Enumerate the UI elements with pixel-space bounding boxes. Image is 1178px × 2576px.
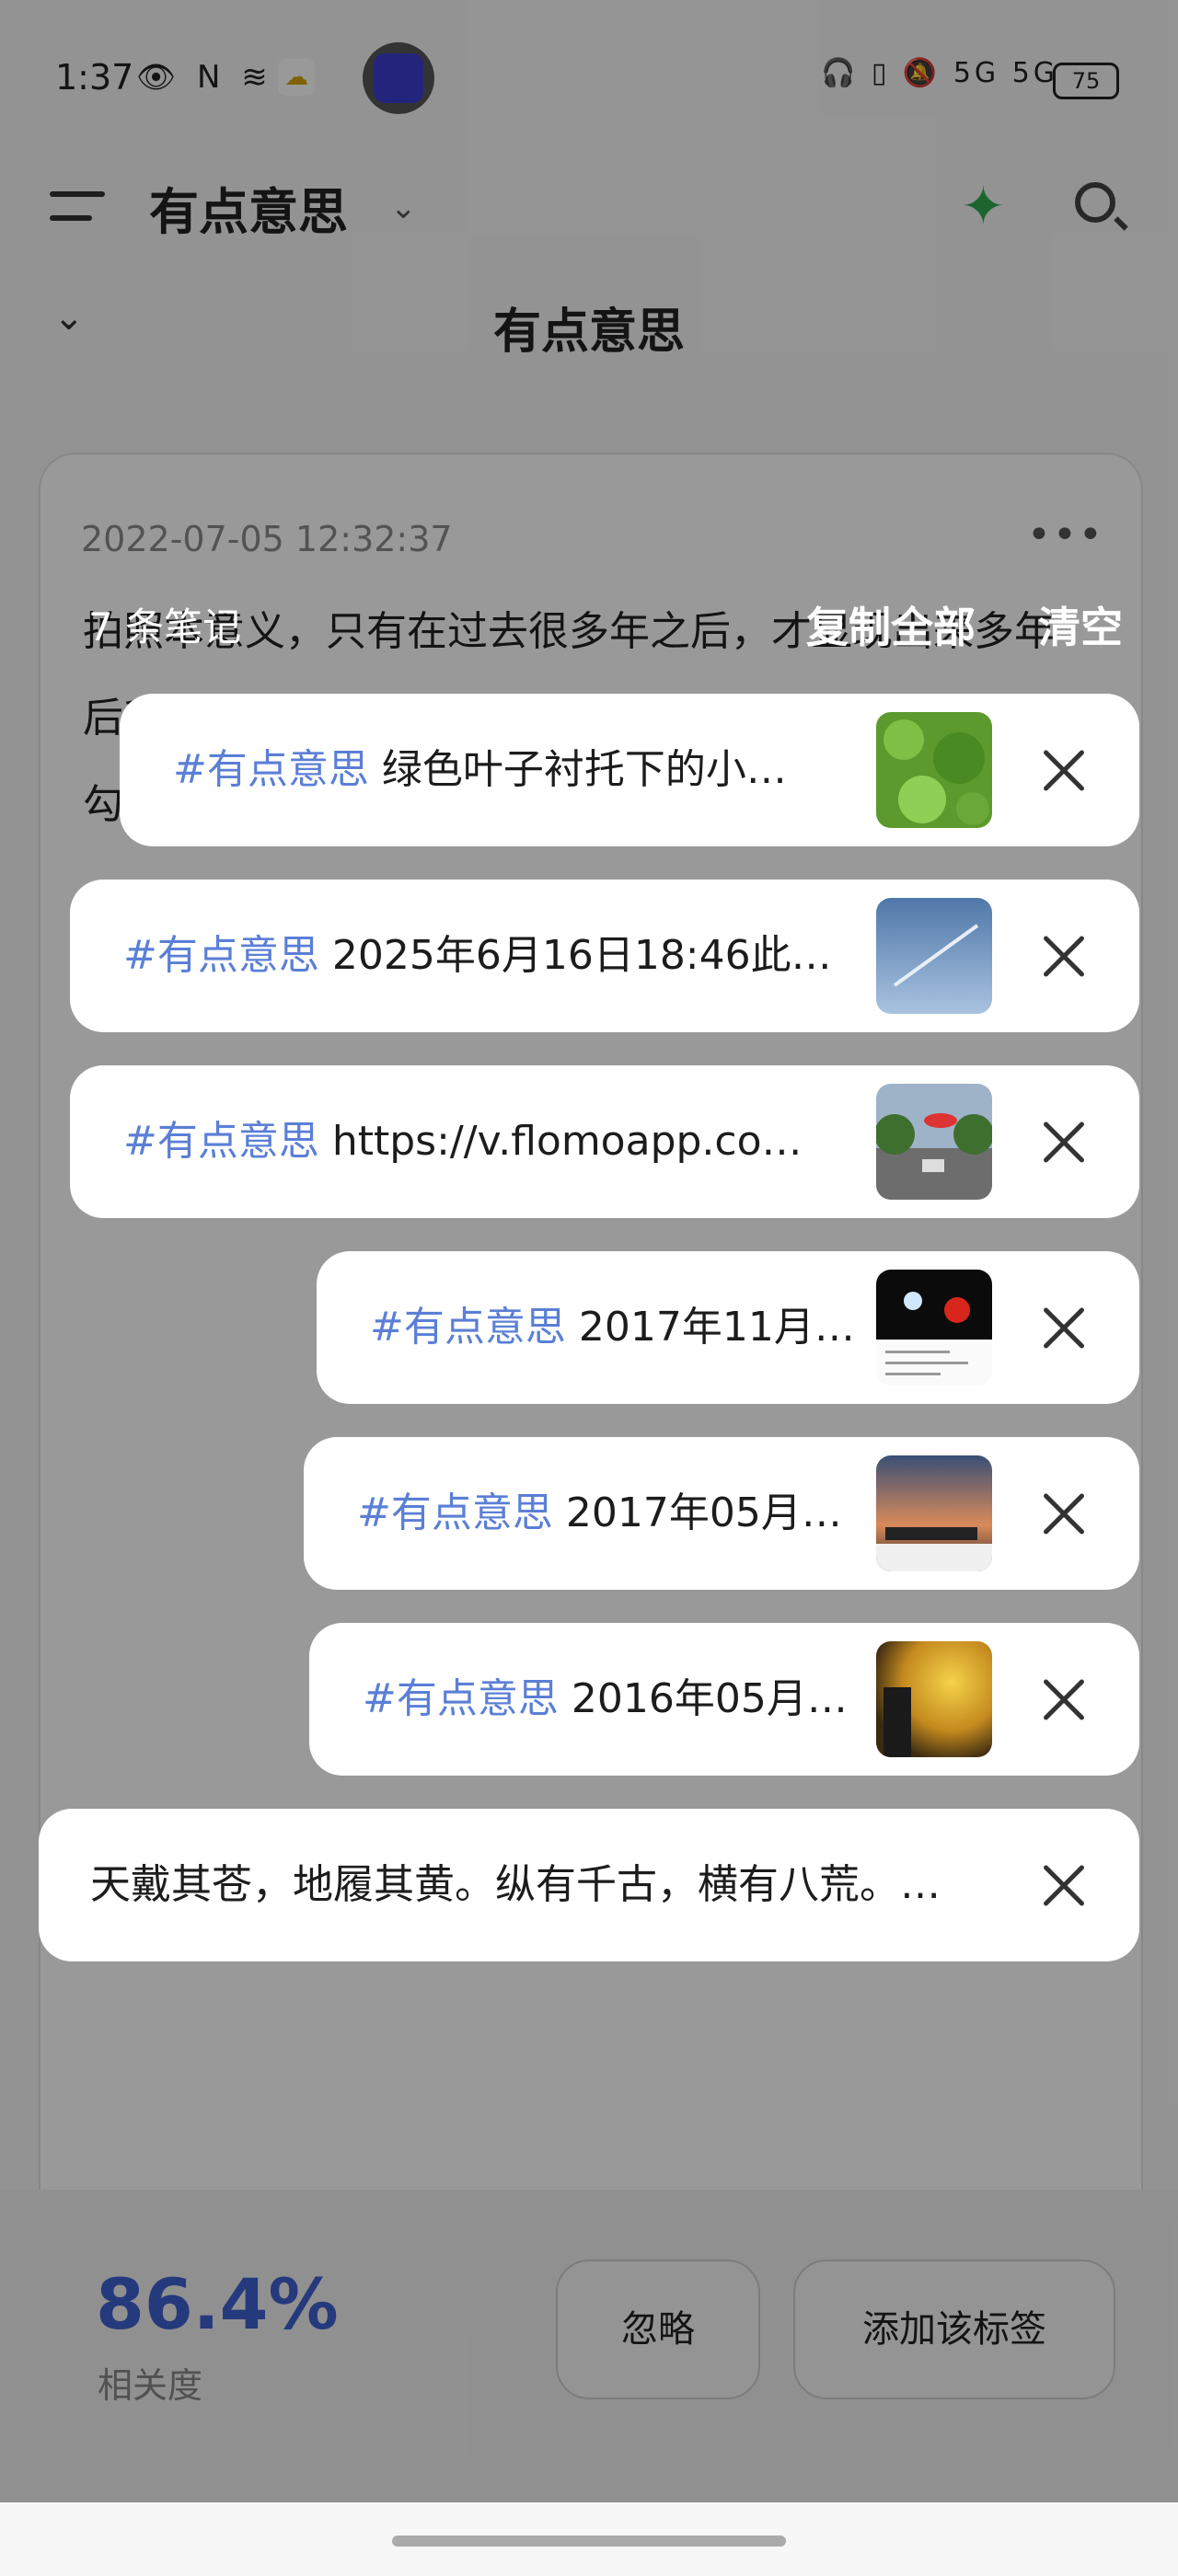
thumbnail-leaves — [876, 712, 992, 828]
clipboard-item-text: #有点意思 https://v.flomoapp.co… — [123, 1065, 860, 1218]
clipboard-item-snippet: 绿色叶子衬托下的小… — [368, 746, 787, 793]
clipboard-item-text: #有点意思 2017年05月… — [357, 1437, 854, 1590]
thumbnail-night — [876, 1270, 992, 1386]
close-icon[interactable] — [1040, 747, 1088, 795]
copy-all-button[interactable]: 复制全部 — [806, 594, 976, 655]
clipboard-item-text: #有点意思 绿色叶子衬托下的小… — [173, 694, 964, 846]
thumbnail-street — [876, 1084, 992, 1200]
home-indicator[interactable] — [392, 2536, 786, 2547]
close-icon[interactable] — [1040, 1305, 1088, 1352]
clipboard-item[interactable]: #有点意思 https://v.flomoapp.co… — [70, 1065, 1139, 1218]
clipboard-item-snippet: 2017年11月… — [565, 1304, 855, 1351]
clipboard-item-tag: #有点意思 — [173, 746, 369, 793]
clipboard-item[interactable]: #有点意思 2017年05月… — [304, 1437, 1139, 1590]
clear-button[interactable]: 清空 — [1038, 594, 1123, 655]
clipboard-item[interactable]: #有点意思 2025年6月16日18:46此… — [70, 880, 1139, 1032]
thumbnail-sky — [876, 898, 992, 1014]
clipboard-item-tag: #有点意思 — [123, 932, 319, 979]
clipboard-item[interactable]: #有点意思 绿色叶子衬托下的小… — [120, 694, 1139, 846]
clipboard-item-snippet: 2016年05月… — [558, 1675, 848, 1722]
close-icon[interactable] — [1040, 1676, 1088, 1724]
clipboard-item-tag: #有点意思 — [370, 1304, 566, 1351]
clipboard-item[interactable]: #有点意思 2016年05月… — [309, 1623, 1139, 1776]
close-icon[interactable] — [1040, 933, 1088, 981]
clipboard-item-tag: #有点意思 — [357, 1489, 553, 1536]
clipboard-item-snippet: 2017年05月… — [552, 1489, 842, 1536]
clipboard-item-text: #有点意思 2025年6月16日18:46此… — [123, 880, 860, 1032]
clipboard-item-text: #有点意思 2016年05月… — [363, 1623, 860, 1776]
thumbnail-sunset — [876, 1641, 992, 1757]
clipboard-item-tag: #有点意思 — [123, 1118, 319, 1165]
clipboard-item-text: #有点意思 2017年11月… — [370, 1251, 858, 1404]
clipboard-item-snippet: 天戴其苍，地履其黄。纵有千古，横有八荒。… — [90, 1861, 941, 1908]
clipboard-count: 7 条笔记 — [88, 604, 242, 650]
close-icon[interactable] — [1040, 1490, 1088, 1538]
clipboard-item[interactable]: #有点意思 2017年11月… — [317, 1251, 1139, 1404]
clipboard-item-snippet: https://v.flomoapp.co… — [318, 1118, 803, 1165]
thumbnail-dusk — [876, 1455, 992, 1571]
clipboard-item-text: 天戴其苍，地履其黄。纵有千古，横有八荒。… — [90, 1809, 1020, 1961]
close-icon[interactable] — [1040, 1862, 1088, 1910]
clipboard-item[interactable]: 天戴其苍，地履其黄。纵有千古，横有八荒。… — [39, 1809, 1139, 1961]
close-icon[interactable] — [1040, 1119, 1088, 1167]
clipboard-item-tag: #有点意思 — [363, 1675, 559, 1722]
clipboard-item-snippet: 2025年6月16日18:46此… — [318, 932, 832, 979]
